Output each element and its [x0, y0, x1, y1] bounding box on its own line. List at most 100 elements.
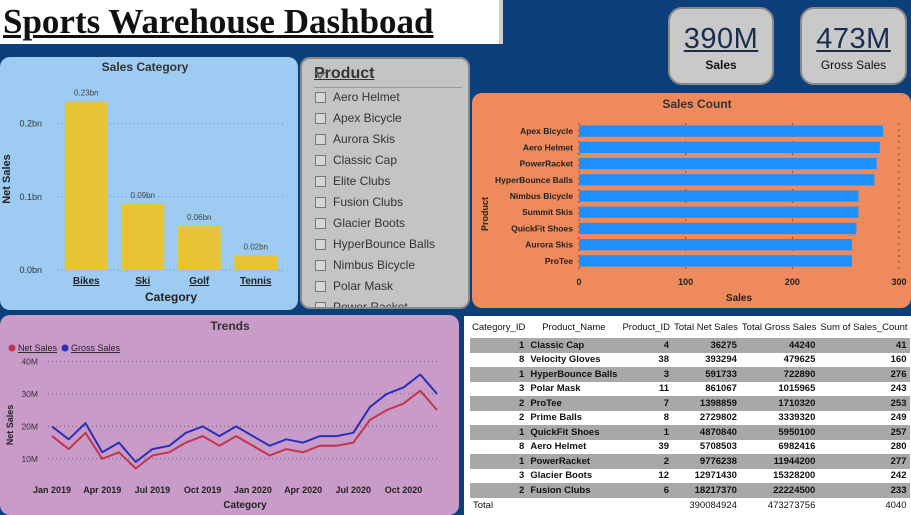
table-row[interactable]: 8 Velocity Gloves 38 393294 479625 160	[470, 352, 910, 367]
x-tick-label[interactable]: Tennis	[240, 276, 272, 287]
table-cell: 6	[620, 483, 672, 498]
table-row[interactable]: 3 Polar Mask 11 861067 1015965 243	[470, 381, 910, 396]
column-header[interactable]: Total Net Sales	[672, 316, 740, 338]
legend-marker	[8, 344, 16, 352]
x-tick-label[interactable]: Golf	[189, 276, 210, 287]
slicer-item[interactable]: Classic Cap	[315, 151, 397, 169]
column-header[interactable]: Product_Name	[527, 316, 620, 338]
table-total-cell: 390084924	[689, 499, 737, 511]
bar-golf[interactable]	[177, 226, 221, 270]
bar-powerracket[interactable]	[579, 157, 877, 170]
series-line-gross-sales[interactable]	[51, 373, 438, 463]
sales-table-panel[interactable]: Category_ID Product_Name Product_ID Total N…	[464, 316, 911, 515]
checkbox[interactable]	[315, 259, 326, 271]
checkbox[interactable]	[315, 280, 326, 292]
table-cell: 39	[620, 439, 672, 454]
column-header[interactable]: Sum of Sales_Count	[818, 316, 909, 338]
slicer-item-label: Glacier Boots	[333, 216, 406, 230]
checkbox[interactable]	[315, 301, 326, 307]
slicer-item[interactable]: Polar Mask	[315, 277, 393, 295]
sales-table[interactable]: Category_ID Product_Name Product_ID Total N…	[470, 316, 910, 513]
table-cell: QuickFit Shoes	[527, 425, 621, 440]
slicer-item[interactable]: Apex Bicycle	[315, 109, 402, 127]
bar-tennis[interactable]	[234, 255, 278, 270]
bar-ski[interactable]	[121, 204, 165, 270]
checkbox[interactable]	[315, 217, 326, 229]
trends-chart[interactable]: Trends Net Sales Gross Sales 10M 20M 30M 40M…	[0, 315, 459, 515]
table-row[interactable]: 2 Fusion Clubs 6 18217370 22224500 233	[470, 483, 910, 498]
product-slicer[interactable]: Product Aero Helmet Apex Bicycle Aurora Sk…	[300, 57, 470, 309]
bar-nimbus-bicycle[interactable]	[579, 190, 859, 202]
legend-item[interactable]: Net Sales	[18, 343, 58, 353]
slicer-item-label: Apex Bicycle	[333, 111, 402, 125]
chart-title: Sales Category	[102, 60, 189, 74]
checkbox[interactable]	[315, 91, 326, 103]
series-line-net-sales[interactable]	[51, 389, 438, 470]
table-cell: 591733	[672, 367, 740, 382]
slicer-item[interactable]: Aurora Skis	[315, 130, 395, 148]
x-axis-title: Category	[145, 290, 197, 304]
table-cell: 8	[470, 439, 528, 454]
checkbox[interactable]	[315, 112, 326, 124]
legend-item[interactable]: Gross Sales	[71, 343, 121, 353]
trends-svg: Trends Net Sales Gross Sales 10M 20M 30M 40M…	[5, 319, 438, 511]
column-header[interactable]: Category_ID	[470, 316, 527, 338]
table-row[interactable]: 1 PowerRacket 2 9776238 11944200 277	[470, 454, 910, 469]
x-tick-label: 100	[678, 277, 693, 287]
sales-count-chart[interactable]: Sales Count Apex Bicycle Aero Helmet Power…	[472, 93, 911, 308]
bar-quickfit-shoes[interactable]	[579, 222, 857, 235]
table-cell: 243	[818, 381, 910, 396]
column-header[interactable]: Total Gross Sales	[740, 316, 818, 338]
checkbox[interactable]	[315, 133, 326, 145]
bar-aurora-skis[interactable]	[579, 238, 853, 251]
table-cell: 12	[620, 468, 672, 483]
table-row[interactable]: 1 Classic Cap 4 36275 44240 41	[470, 338, 910, 353]
checkbox[interactable]	[315, 196, 326, 208]
sales-count-svg: Sales Count Apex Bicycle Aero Helmet Power…	[480, 97, 907, 304]
table-row[interactable]: 8 Aero Helmet 39 5708503 6982416 280	[470, 439, 910, 454]
table-row[interactable]: 3 Glacier Boots 12 12971430 15328200 242	[470, 468, 910, 483]
bar-apex-bicycle[interactable]	[579, 125, 883, 137]
bar-protee[interactable]	[579, 255, 853, 267]
gross-sales-kpi-card[interactable]: 473M Gross Sales	[800, 7, 907, 85]
slicer-item[interactable]: Elite Clubs	[315, 172, 390, 190]
table-row[interactable]: 1 QuickFit Shoes 1 4870840 5950100 257	[470, 425, 910, 440]
legend-marker	[61, 344, 69, 352]
x-tick-label[interactable]: Bikes	[73, 276, 100, 287]
slicer-item[interactable]: Aero Helmet	[315, 88, 400, 106]
column-header[interactable]: Product_ID	[620, 316, 672, 338]
table-cell: 2	[470, 483, 528, 498]
slicer-item-label: Power Racket	[333, 300, 408, 309]
bar-aero-helmet[interactable]	[579, 141, 880, 154]
table-cell: 722890	[739, 367, 819, 382]
table-cell: 1	[470, 425, 528, 440]
table-cell: 277	[818, 454, 910, 469]
x-tick-label[interactable]: Ski	[135, 276, 150, 287]
bar-bikes[interactable]	[64, 101, 108, 270]
checkbox[interactable]	[315, 154, 326, 166]
sales-category-chart[interactable]: Sales Category 0.0bn 0.1bn 0.2bn 0.23bn 0.0…	[0, 57, 298, 310]
bar-hyperbounce-balls[interactable]	[579, 174, 875, 186]
chevron-down-icon[interactable]	[314, 69, 326, 81]
checkbox[interactable]	[315, 238, 326, 250]
y-tick-label: 0.2bn	[19, 119, 42, 129]
table-cell: 4	[620, 338, 672, 353]
slicer-item[interactable]: Glacier Boots	[315, 214, 405, 232]
table-cell: 18217370	[672, 483, 740, 498]
bar-summit-skis[interactable]	[579, 206, 859, 218]
table-cell: 8	[620, 410, 672, 425]
slicer-item[interactable]: Nimbus Bicycle	[315, 256, 415, 274]
table-cell: 1	[620, 425, 672, 440]
slicer-item[interactable]: Fusion Clubs	[315, 193, 403, 211]
table-row[interactable]: 2 Prime Balls 8 2729802 3339320 249	[470, 410, 910, 425]
table-cell: Aero Helmet	[527, 439, 621, 454]
slicer-item[interactable]: HyperBounce Balls	[315, 235, 435, 253]
table-row[interactable]: 2 ProTee 7 1398859 1710320 253	[470, 396, 910, 411]
checkbox[interactable]	[315, 175, 326, 187]
table-cell: 41	[818, 338, 910, 353]
table-row[interactable]: 1 HyperBounce Balls 3 591733 722890 276	[470, 367, 910, 382]
sales-kpi-card[interactable]: 390M Sales	[668, 7, 774, 85]
slicer-header[interactable]: Product	[314, 65, 462, 88]
slicer-item[interactable]: Power Racket	[315, 298, 408, 309]
table-cell: Velocity Gloves	[527, 352, 621, 367]
